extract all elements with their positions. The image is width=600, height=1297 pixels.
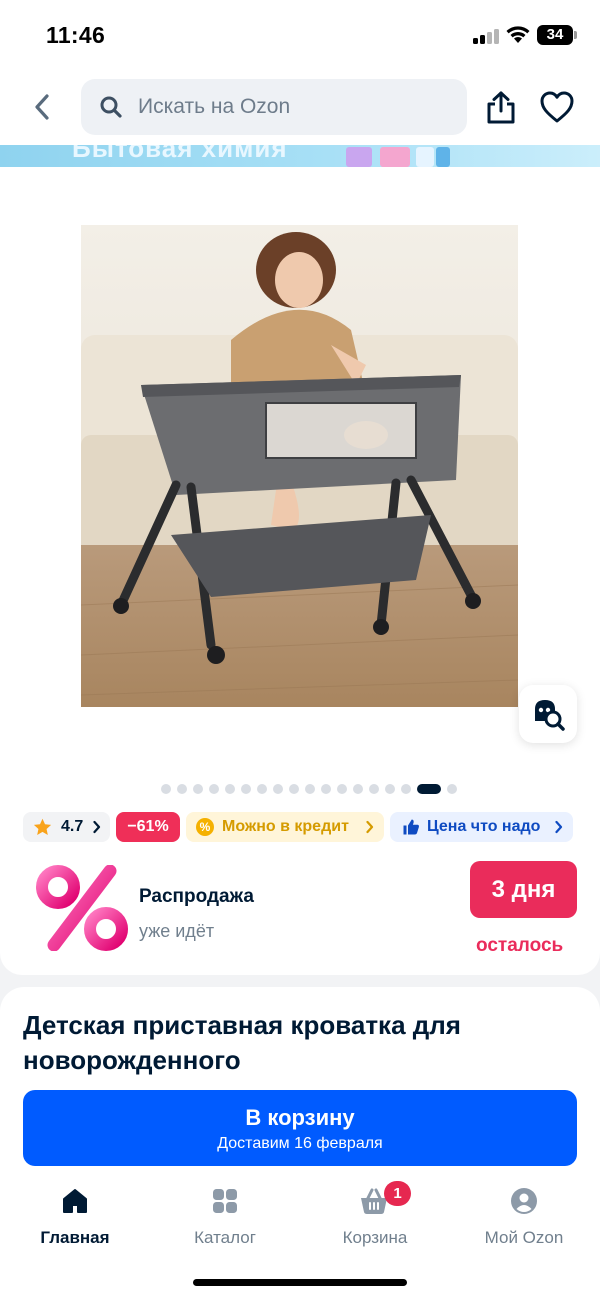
profile-icon [511, 1188, 537, 1214]
pagination-dot [337, 784, 347, 794]
tab-catalog-label: Каталог [194, 1228, 256, 1247]
pagination-dot [447, 784, 457, 794]
product-gallery: 4.7 −61% % Можно в кредит Цена что надо [0, 167, 600, 975]
pagination-dot [401, 784, 411, 794]
banner-product-image [380, 147, 410, 167]
credit-label: Можно в кредит [222, 818, 349, 835]
pagination-dot [225, 784, 235, 794]
home-indicator [193, 1279, 407, 1286]
search-bar[interactable] [81, 79, 467, 135]
promo-countdown-badge: 3 дня [470, 861, 577, 918]
battery-indicator: 34 [537, 25, 573, 45]
bottom-tab-bar: Главная Каталог 1 Корзина Мой Ozon [0, 1180, 600, 1297]
pagination-dot [209, 784, 219, 794]
back-arrow-icon[interactable] [28, 92, 58, 122]
rating-chip[interactable]: 4.7 [23, 812, 110, 842]
pagination-dot [289, 784, 299, 794]
search-input[interactable] [138, 79, 448, 135]
banner-product-image [436, 147, 450, 167]
pagination-dot [273, 784, 283, 794]
discount-badge: −61% [116, 812, 180, 842]
rating-value: 4.7 [61, 818, 84, 835]
tab-profile[interactable]: Мой Ozon [449, 1180, 599, 1260]
tab-catalog[interactable]: Каталог [150, 1180, 300, 1260]
good-price-chip[interactable]: Цена что надо [390, 812, 573, 842]
tab-cart-label: Корзина [342, 1228, 408, 1247]
status-bar: 11:46 34 [0, 0, 600, 70]
percent-icon [36, 865, 128, 951]
banner-product-image [346, 147, 372, 167]
delivery-date: Доставим 16 февраля [217, 1135, 383, 1152]
product-title: Детская приставная кроватка для новорожд… [23, 1010, 461, 1075]
home-icon [63, 1189, 87, 1213]
battery-tip [574, 31, 577, 39]
cellular-signal-icon [473, 28, 501, 44]
product-badges: 4.7 −61% % Можно в кредит Цена что надо [0, 812, 600, 842]
promo-title: Распродажа [139, 886, 254, 907]
chevron-right-icon [366, 820, 374, 834]
tab-cart[interactable]: 1 Корзина [300, 1180, 450, 1260]
chevron-right-icon [555, 820, 563, 834]
heart-icon[interactable] [539, 90, 575, 124]
add-to-cart-button[interactable]: В корзину Доставим 16 февраля [23, 1090, 577, 1166]
banner-text: Бытовая химия [72, 145, 288, 163]
tab-profile-label: Мой Ozon [484, 1228, 564, 1247]
search-icon [100, 96, 122, 118]
pagination-dot [193, 784, 203, 794]
pagination-dot-active [417, 784, 441, 794]
add-to-cart-label: В корзину [245, 1105, 355, 1130]
category-banner[interactable]: Бытовая химия [0, 145, 600, 167]
pagination-dot [241, 784, 251, 794]
pagination-dot [161, 784, 171, 794]
pagination-dot [321, 784, 331, 794]
pagination-dot [353, 784, 363, 794]
wifi-icon [506, 26, 530, 43]
pagination-dot [369, 784, 379, 794]
banner-product-image [416, 147, 434, 167]
product-photo[interactable] [81, 225, 518, 707]
visual-search-icon [535, 700, 565, 731]
chevron-right-icon [93, 820, 101, 834]
percent-coin-icon: % [196, 818, 214, 836]
promo-subtitle: уже идёт [139, 921, 215, 941]
pagination-dot [305, 784, 315, 794]
star-icon [33, 818, 52, 836]
promo-countdown-caption: осталось [476, 935, 564, 956]
sale-promo[interactable]: Распродажа уже идёт 3 дня осталось [0, 847, 600, 957]
pagination-dot [177, 784, 187, 794]
tab-home[interactable]: Главная [0, 1180, 150, 1260]
cart-count-badge: 1 [384, 1181, 411, 1206]
top-header [0, 70, 600, 145]
visual-search-button[interactable] [519, 685, 577, 743]
thumbs-up-icon [403, 819, 419, 835]
catalog-icon [213, 1189, 237, 1213]
tab-home-label: Главная [40, 1228, 110, 1247]
product-image [81, 225, 518, 707]
pagination-dot [257, 784, 267, 794]
pagination-dot [385, 784, 395, 794]
share-icon[interactable] [484, 90, 518, 126]
credit-chip[interactable]: % Можно в кредит [186, 812, 384, 842]
good-price-label: Цена что надо [427, 818, 541, 835]
status-time: 11:46 [46, 22, 106, 48]
